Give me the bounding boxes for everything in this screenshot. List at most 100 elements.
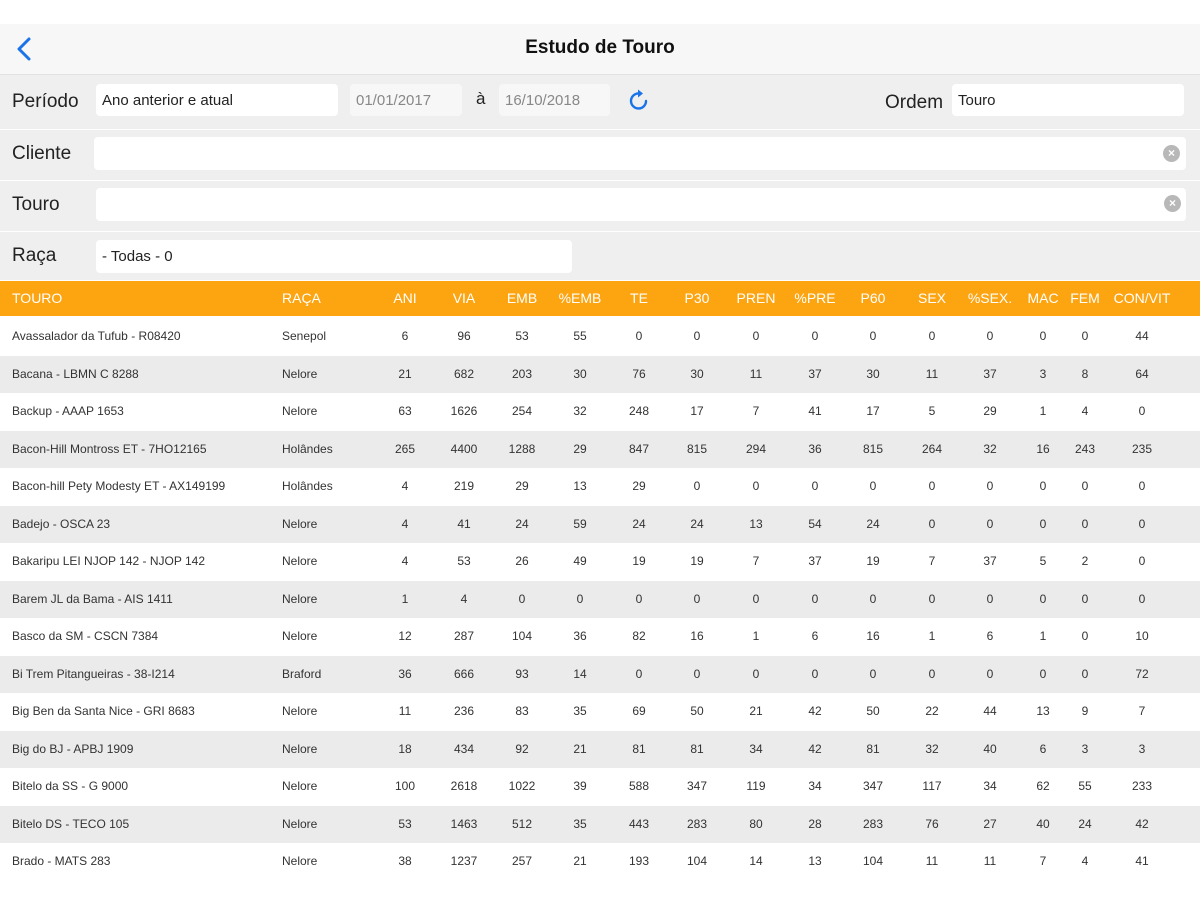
cliente-input[interactable]: [94, 137, 1186, 170]
table-cell: 0: [1039, 591, 1047, 606]
table-cell: 443: [628, 816, 650, 831]
table-row[interactable]: Bakaripu LEI NJOP 142 - NJOP 142 Nelore 4 5…: [0, 543, 1200, 581]
table-cell: 72: [1135, 666, 1149, 681]
table-cell: 283: [686, 816, 708, 831]
table-cell: 29: [573, 441, 587, 456]
table-row[interactable]: Big do BJ - APBJ 1909 Nelore 18 434 92 21 81 81…: [0, 730, 1200, 768]
column-header-ra-a[interactable]: RAÇA: [282, 281, 372, 316]
column-header-ani[interactable]: ANI: [380, 281, 430, 316]
table-cell: 82: [632, 629, 646, 643]
table-row[interactable]: Backup - AAAP 1653 Nelore 63 1626 254 32 248 17…: [0, 393, 1200, 431]
refresh-button[interactable]: [626, 88, 652, 119]
column-header-pre[interactable]: %PRE: [790, 281, 840, 316]
table-cell: 0: [752, 666, 760, 681]
table-cell: Nelore: [282, 366, 318, 381]
table-cell: 3: [1039, 366, 1047, 381]
table-cell: 6: [1039, 741, 1047, 756]
table-cell: 1: [928, 629, 936, 643]
table-cell: 235: [1131, 441, 1153, 456]
column-header-mac[interactable]: MAC: [1020, 281, 1066, 316]
table-cell: 42: [1135, 816, 1149, 831]
raca-select[interactable]: - Todas - 0: [96, 240, 572, 273]
column-header-via[interactable]: VIA: [438, 281, 490, 316]
table-cell: 0: [1081, 591, 1089, 606]
column-header-te[interactable]: TE: [614, 281, 664, 316]
table-cell: 243: [1074, 441, 1096, 456]
table-cell: 6: [986, 629, 994, 643]
table-cell: 1626: [450, 404, 478, 418]
table-header: TOURO RAÇA ANI VIA EMB %EMB TE P30 PREN %PRE P60 SE…: [0, 281, 1200, 316]
table-cell: 512: [511, 816, 533, 831]
column-header-p30[interactable]: P30: [672, 281, 722, 316]
table-cell: Bacon-hill Pety Modesty ET - AX149199: [12, 479, 226, 493]
column-header-touro[interactable]: TOURO: [12, 281, 272, 316]
table-cell: Avassalador da Tufub - R08420: [12, 329, 181, 343]
table-cell: 5: [928, 404, 936, 418]
table-cell: 0: [928, 479, 936, 493]
raca-label: Raça: [12, 245, 57, 266]
column-header-p60[interactable]: P60: [848, 281, 898, 316]
table-cell: 16: [866, 629, 880, 643]
table-cell: 265: [394, 441, 416, 456]
table-cell: 81: [866, 741, 880, 756]
clear-cliente-button[interactable]: ×: [1163, 145, 1180, 162]
table-row[interactable]: Bacon-hill Pety Modesty ET - AX149199 Hol…: [0, 468, 1200, 506]
table-cell: 3: [1138, 741, 1146, 756]
table-row[interactable]: Avassalador da Tufub - R08420 Senepol 6 96 5…: [0, 318, 1200, 356]
table-cell: 22: [925, 704, 939, 718]
table-cell: 2: [1081, 554, 1089, 568]
table-cell: 14: [749, 854, 763, 868]
table-row[interactable]: Bitelo da SS - G 9000 Nelore 100 2618 1022 39…: [0, 768, 1200, 806]
table-cell: 283: [862, 816, 884, 831]
table-cell: 37: [808, 366, 822, 381]
column-header-emb[interactable]: EMB: [497, 281, 547, 316]
table-cell: Brado - MATS 283: [12, 854, 111, 868]
column-header-fem[interactable]: FEM: [1066, 281, 1104, 316]
clear-touro-button[interactable]: ×: [1164, 195, 1181, 212]
touro-row: Touro ×: [0, 181, 1200, 231]
table-cell: 28: [808, 816, 822, 831]
table-cell: 34: [983, 779, 997, 793]
column-header-sex[interactable]: SEX: [906, 281, 958, 316]
date-to-field[interactable]: 16/10/2018: [499, 84, 610, 116]
table-cell: 6: [401, 329, 409, 343]
table-cell: Nelore: [282, 741, 318, 756]
table-row[interactable]: Brado - MATS 283 Nelore 38 1237 257 21 193 104 1…: [0, 843, 1200, 881]
table-row[interactable]: Bacana - LBMN C 8288 Nelore 21 682 203 30 76 30…: [0, 355, 1200, 393]
table-cell: 4: [1081, 404, 1089, 418]
table-cell: Bacon-Hill Montross ET - 7HO12165: [12, 441, 207, 456]
column-header-con-vit[interactable]: CON/VIT: [1110, 281, 1174, 316]
table-cell: 41: [457, 516, 471, 531]
column-header-pren[interactable]: PREN: [728, 281, 784, 316]
touro-label: Touro: [12, 194, 60, 215]
table-cell: 4: [1081, 854, 1089, 868]
table-row[interactable]: Bacon-Hill Montross ET - 7HO12165 Holânde…: [0, 430, 1200, 468]
table-cell: 0: [811, 329, 819, 343]
table-row[interactable]: Big Ben da Santa Nice - GRI 8683 Nelore 11…: [0, 693, 1200, 731]
table-cell: 14: [573, 666, 587, 681]
table-row[interactable]: Barem JL da Bama - AIS 1411 Nelore 1 4 0 0 0 0 0…: [0, 580, 1200, 618]
table-cell: 13: [573, 479, 587, 493]
table-cell: 0: [1138, 479, 1146, 493]
periodo-select[interactable]: Ano anterior e atual: [96, 84, 338, 116]
table-cell: 35: [573, 816, 587, 831]
table-row[interactable]: Bi Trem Pitangueiras - 38-I214 Braford 36 6…: [0, 655, 1200, 693]
table-cell: 1237: [450, 854, 478, 868]
table-cell: 0: [928, 516, 936, 531]
column-header-emb[interactable]: %EMB: [553, 281, 607, 316]
table-row[interactable]: Bitelo DS - TECO 105 Nelore 53 1463 512 35 443…: [0, 805, 1200, 843]
table-row[interactable]: Badejo - OSCA 23 Nelore 4 41 24 59 24 24 13 54 24 0…: [0, 505, 1200, 543]
table-cell: 17: [690, 404, 704, 418]
table-cell: 37: [983, 366, 997, 381]
table-cell: 0: [1039, 329, 1047, 343]
column-header-sex[interactable]: %SEX.: [962, 281, 1018, 316]
date-from-field[interactable]: 01/01/2017: [350, 84, 462, 116]
touro-input[interactable]: [96, 188, 1186, 221]
table-cell: 13: [808, 854, 822, 868]
table-row[interactable]: Basco da SM - CSCN 7384 Nelore 12 287 104 36 8…: [0, 618, 1200, 656]
ordem-select[interactable]: Touro: [952, 84, 1184, 116]
table-cell: 19: [690, 554, 704, 568]
table-cell: 0: [752, 591, 760, 606]
table-cell: 7: [928, 554, 936, 568]
table-cell: Bitelo da SS - G 9000: [12, 779, 129, 793]
